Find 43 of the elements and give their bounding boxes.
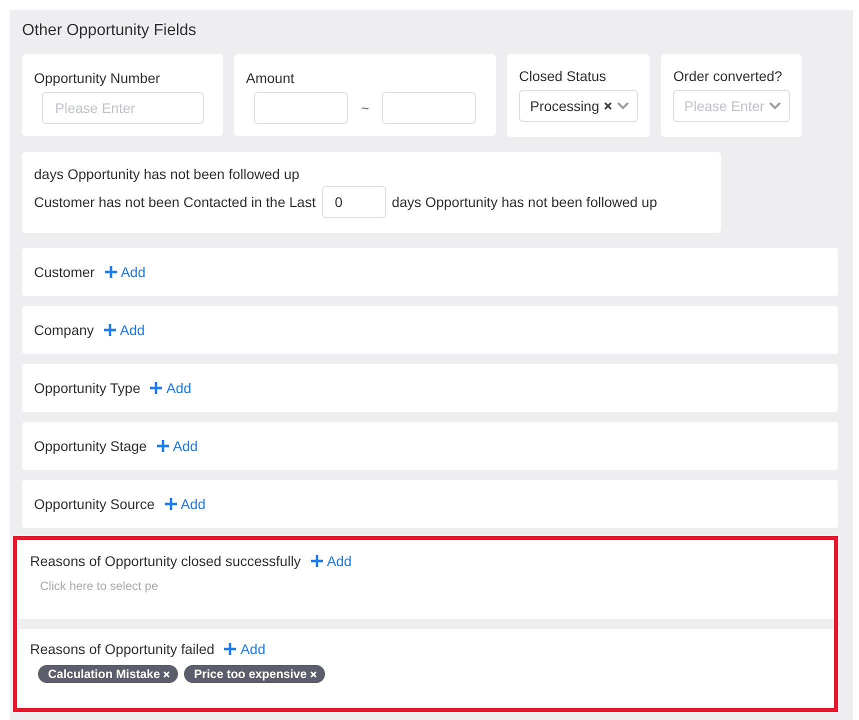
- followup-note: days Opportunity has not been followed up: [34, 166, 300, 182]
- days-input[interactable]: 0: [322, 186, 386, 218]
- section-label: Opportunity Source: [34, 496, 155, 512]
- section-label: Opportunity Type: [34, 380, 140, 396]
- section-label: Reasons of Opportunity closed successfully: [30, 553, 301, 569]
- clear-icon[interactable]: [604, 102, 612, 110]
- remove-icon[interactable]: [310, 670, 317, 678]
- remove-icon[interactable]: [163, 670, 170, 678]
- select-placeholder[interactable]: Click here to select pe: [40, 579, 158, 593]
- filter-label: Closed Status: [519, 68, 608, 84]
- add-button[interactable]: Add: [156, 438, 198, 454]
- section-label: Customer: [34, 264, 95, 280]
- chevron-down-icon: [769, 102, 782, 110]
- input-field[interactable]: [382, 92, 476, 124]
- add-button[interactable]: Add: [164, 496, 206, 512]
- section-label: Reasons of Opportunity failed: [30, 641, 214, 657]
- add-button[interactable]: Add: [104, 264, 146, 280]
- plus-icon: [104, 324, 116, 336]
- followup-label: days Opportunity has not been followed up: [392, 194, 658, 210]
- input-field[interactable]: Please Enter: [42, 92, 204, 124]
- add-button[interactable]: Add: [150, 380, 192, 396]
- filter-label: Amount: [246, 70, 296, 86]
- plus-icon: [164, 498, 177, 510]
- tag-chip: Calculation Mistake: [38, 665, 178, 683]
- filter-label: Opportunity Number: [34, 70, 162, 86]
- plus-icon: [156, 440, 169, 452]
- add-button[interactable]: Add: [310, 553, 352, 569]
- tag-chip: Price too expensive: [184, 665, 325, 683]
- range-separator: ~: [361, 100, 369, 116]
- panel-title: Other Opportunity Fields: [22, 22, 198, 40]
- followup-label: Customer has not been Contacted in the Last: [34, 194, 316, 210]
- add-button[interactable]: Add: [224, 641, 266, 657]
- select-field[interactable]: Processing: [519, 90, 638, 122]
- section-label: Opportunity Stage: [34, 438, 147, 454]
- section-label: Company: [34, 322, 94, 338]
- plus-icon: [150, 382, 162, 394]
- plus-icon: [104, 266, 117, 278]
- input-field[interactable]: [254, 92, 348, 124]
- chevron-down-icon: [617, 102, 630, 110]
- add-button[interactable]: Add: [104, 322, 145, 338]
- plus-icon: [224, 643, 236, 655]
- filter-label: Order converted?: [673, 68, 784, 84]
- plus-icon: [310, 555, 323, 567]
